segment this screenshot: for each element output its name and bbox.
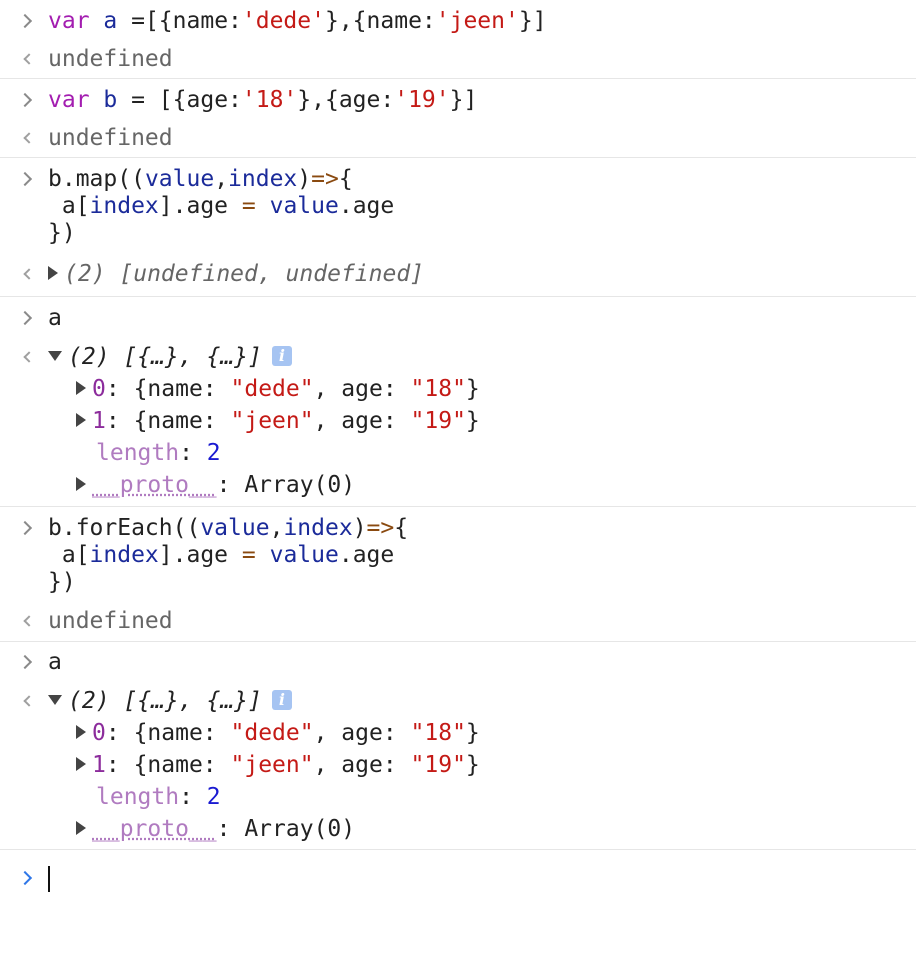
input-chevron-icon <box>17 13 33 29</box>
item-value: {name: "jeen", age: "19"} <box>133 408 480 434</box>
input-chevron-icon <box>17 171 33 187</box>
input-line[interactable]: var b = [{age:'18'},{age:'19'}] <box>0 86 916 114</box>
output-line[interactable]: (2) [undefined, undefined] <box>0 260 916 288</box>
console-entry: a (2) [{…}, {…}] i 0: {name: "dede", age:… <box>0 642 916 850</box>
array-item[interactable]: 1: {name: "jeen", age: "19"} <box>0 751 916 779</box>
output-arrow-icon <box>23 351 35 363</box>
input-code: var a =[{name:'dede'},{name:'jeen'}] <box>48 8 547 34</box>
devtools-console: var a =[{name:'dede'},{name:'jeen'}] und… <box>0 0 916 910</box>
item-value: {name: "dede", age: "18"} <box>133 376 480 402</box>
console-entry: a (2) [{…}, {…}] i 0: {name: "dede", age:… <box>0 297 916 507</box>
input-chevron-icon <box>17 310 33 326</box>
expand-triangle-icon[interactable] <box>48 265 58 280</box>
input-line[interactable]: b.forEach((value,index)=>{ <box>0 514 916 542</box>
output-arrow-icon <box>23 132 35 144</box>
input-line[interactable]: b.map((value,index)=>{ <box>0 165 916 193</box>
collapse-triangle-icon[interactable] <box>48 350 62 361</box>
output-line: undefined <box>0 45 916 73</box>
collapse-triangle-icon[interactable] <box>48 694 62 705</box>
proto-property[interactable]: __proto__: Array(0) <box>0 815 916 843</box>
input-line[interactable]: a <box>0 648 916 676</box>
console-prompt[interactable] <box>0 850 916 910</box>
expand-triangle-icon[interactable] <box>76 820 86 835</box>
info-icon[interactable]: i <box>271 345 292 366</box>
input-chevron-icon <box>17 520 33 536</box>
array-summary: (2) [{…}, {…}] <box>68 688 262 714</box>
expand-triangle-icon[interactable] <box>76 380 86 395</box>
output-header[interactable]: (2) [{…}, {…}] i <box>0 687 916 715</box>
console-input[interactable] <box>48 864 50 892</box>
console-entry: b.forEach((value,index)=>{ a[index].age … <box>0 507 916 642</box>
array-item[interactable]: 0: {name: "dede", age: "18"} <box>0 375 916 403</box>
output-arrow-icon <box>23 268 35 280</box>
length-property: length: 2 <box>96 784 221 810</box>
input-line: }) <box>0 568 916 596</box>
expand-triangle-icon[interactable] <box>76 476 86 491</box>
expand-triangle-icon[interactable] <box>76 412 86 427</box>
input-code: }) <box>48 220 76 246</box>
input-code: b.forEach((value,index)=>{ <box>48 515 409 541</box>
output-line: undefined <box>0 607 916 635</box>
input-line[interactable]: var a =[{name:'dede'},{name:'jeen'}] <box>0 7 916 35</box>
console-entry: b.map((value,index)=>{ a[index].age = va… <box>0 158 916 297</box>
array-item[interactable]: 0: {name: "dede", age: "18"} <box>0 719 916 747</box>
item-value: {name: "dede", age: "18"} <box>133 720 480 746</box>
output-arrow-icon <box>23 53 35 65</box>
array-item[interactable]: 1: {name: "jeen", age: "19"} <box>0 407 916 435</box>
proto-property[interactable]: __proto__: Array(0) <box>0 471 916 499</box>
output-header[interactable]: (2) [{…}, {…}] i <box>0 343 916 371</box>
prompt-chevron-icon <box>17 870 33 886</box>
output-arrow-icon <box>23 695 35 707</box>
input-code: var b = [{age:'18'},{age:'19'}] <box>48 87 478 113</box>
input-line: a[index].age = value.age <box>0 541 916 569</box>
input-chevron-icon <box>17 654 33 670</box>
info-icon[interactable]: i <box>271 689 292 710</box>
output-value: undefined <box>48 125 173 151</box>
input-code: b.map((value,index)=>{ <box>48 166 353 192</box>
expand-triangle-icon[interactable] <box>76 724 86 739</box>
input-line: }) <box>0 219 916 247</box>
output-value: undefined <box>48 608 173 634</box>
input-code: a <box>48 305 62 331</box>
input-line[interactable]: a <box>0 304 916 332</box>
input-line: a[index].age = value.age <box>0 192 916 220</box>
array-summary: (2) [{…}, {…}] <box>68 344 262 370</box>
console-entry: var a =[{name:'dede'},{name:'jeen'}] und… <box>0 0 916 79</box>
output-arrow-icon <box>23 615 35 627</box>
input-code: a <box>48 649 62 675</box>
input-code: a[index].age = value.age <box>48 193 395 219</box>
input-chevron-icon <box>17 92 33 108</box>
output-array-preview: (2) [undefined, undefined] <box>64 261 425 287</box>
item-value: {name: "jeen", age: "19"} <box>133 752 480 778</box>
expand-triangle-icon[interactable] <box>76 756 86 771</box>
input-code: a[index].age = value.age <box>48 542 395 568</box>
console-entry: var b = [{age:'18'},{age:'19'}] undefine… <box>0 79 916 158</box>
input-code: }) <box>48 569 76 595</box>
output-value: undefined <box>48 46 173 72</box>
output-line: undefined <box>0 124 916 152</box>
text-cursor <box>48 865 50 892</box>
length-property: length: 2 <box>96 440 221 466</box>
